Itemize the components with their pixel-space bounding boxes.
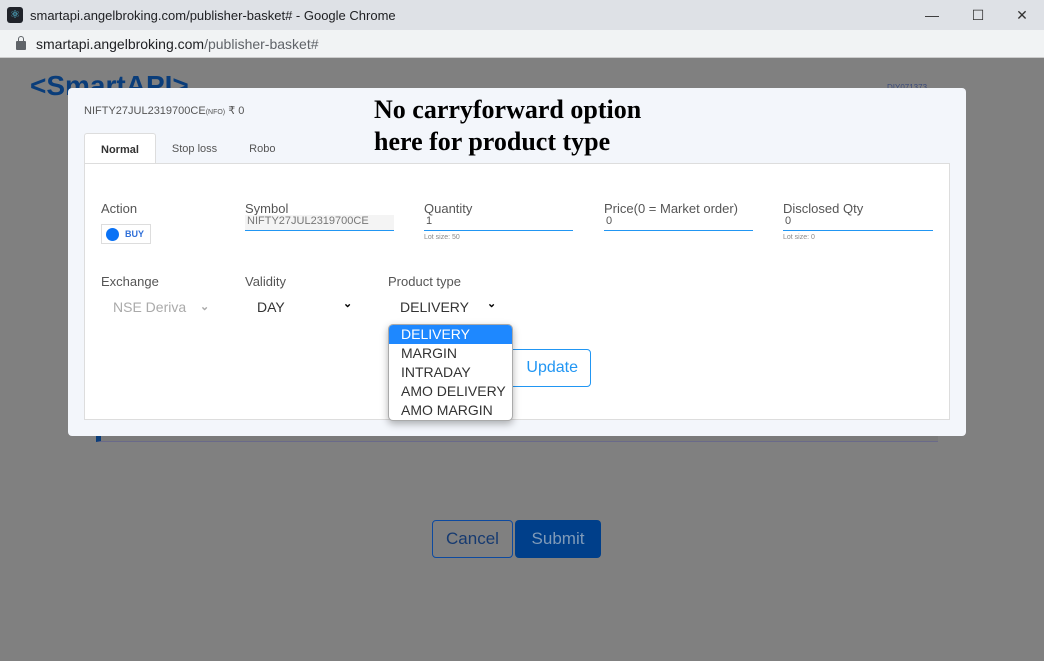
chevron-down-icon: ⌄ — [343, 298, 353, 310]
tab-stop-loss[interactable]: Stop loss — [156, 133, 233, 165]
tab-robo[interactable]: Robo — [233, 133, 291, 165]
url-path: /publisher-basket# — [204, 35, 319, 52]
exchange-select[interactable]: NSE Deriva — [113, 299, 186, 315]
action-label: Action — [101, 201, 138, 216]
chevron-down-icon: ⌄ — [200, 301, 210, 313]
quantity-input[interactable]: 1 — [424, 215, 573, 231]
option-margin[interactable]: MARGIN — [389, 344, 512, 363]
validity-select[interactable]: DAY — [257, 299, 285, 315]
lock-icon — [16, 36, 26, 50]
price-label: Price(0 = Market order) — [604, 201, 739, 216]
price-input[interactable]: 0 — [604, 215, 753, 231]
cancel-button[interactable]: Cancel — [432, 520, 513, 558]
quantity-hint: Lot size: 50 — [424, 234, 460, 241]
tab-normal[interactable]: Normal — [84, 133, 156, 165]
validity-label: Validity — [245, 274, 286, 289]
order-form: Action BUY Symbol NIFTY27JUL2319700CE Qu… — [84, 163, 950, 420]
action-value: BUY — [125, 229, 145, 239]
option-intraday[interactable]: INTRADAY — [389, 363, 512, 382]
address-bar[interactable]: smartapi.angelbroking.com/publisher-bask… — [0, 30, 1044, 58]
window-title: smartapi.angelbroking.com/publisher-bask… — [30, 7, 396, 23]
disclosed-qty-hint: Lot size: 0 — [783, 234, 815, 241]
symbol-field: NIFTY27JUL2319700CE — [245, 215, 394, 231]
quantity-label: Quantity — [424, 201, 473, 216]
product-type-dropdown: DELIVERY MARGIN INTRADAY AMO DELIVERY AM… — [388, 324, 513, 421]
symbol-label: Symbol — [245, 201, 289, 216]
minimize-button[interactable]: — — [910, 0, 954, 30]
toggle-knob — [106, 227, 119, 241]
submit-button[interactable]: Submit — [515, 520, 601, 558]
maximize-button[interactable]: ☐ — [956, 0, 1000, 30]
buy-sell-toggle[interactable]: BUY — [101, 224, 151, 244]
order-title: NIFTY27JUL2319700CE(NFO) ₹ 0 — [84, 105, 245, 117]
product-type-select[interactable]: DELIVERY — [400, 299, 469, 315]
disclosed-qty-label: Disclosed Qty — [783, 201, 864, 216]
option-amo-margin[interactable]: AMO MARGIN — [389, 401, 512, 420]
react-icon: ⚛ — [7, 7, 23, 23]
option-delivery[interactable]: DELIVERY — [389, 325, 512, 344]
order-modal: NIFTY27JUL2319700CE(NFO) ₹ 0 No carryfor… — [68, 88, 966, 436]
disclosed-qty-input[interactable]: 0 — [783, 215, 933, 231]
annotation-note: No carryforward option here for product t… — [374, 95, 642, 156]
order-tabs: Normal Stop loss Robo — [84, 133, 291, 165]
update-button[interactable]: Update — [504, 349, 591, 387]
product-type-label: Product type — [388, 274, 461, 289]
close-button[interactable]: ✕ — [1000, 0, 1044, 30]
option-amo-delivery[interactable]: AMO DELIVERY — [389, 382, 512, 401]
browser-title-bar: ⚛ smartapi.angelbroking.com/publisher-ba… — [0, 0, 1044, 30]
exchange-label: Exchange — [101, 274, 159, 289]
chevron-down-icon: ⌄ — [487, 298, 497, 310]
url-host: smartapi.angelbroking.com — [36, 35, 205, 52]
